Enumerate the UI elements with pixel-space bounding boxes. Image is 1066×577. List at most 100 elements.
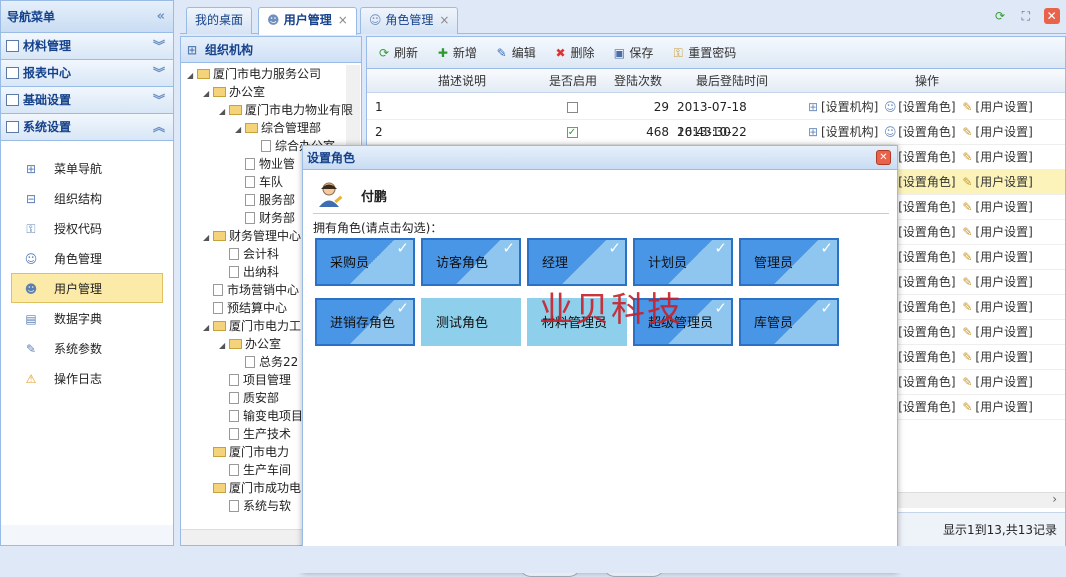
check-icon: ✓ (820, 239, 833, 257)
tab-user-management[interactable]: ☻ 用户管理 × (258, 7, 357, 35)
tree-node[interactable]: 车队 (235, 173, 283, 191)
user-settings-link[interactable]: ✎ [用户设置] (959, 175, 1032, 189)
close-icon[interactable]: ✕ (1043, 8, 1060, 24)
tree-node[interactable]: 生产技术 (219, 425, 291, 443)
column-header[interactable]: 操作 (797, 69, 1057, 93)
set-role-label: [设置角色] (898, 400, 956, 414)
tree-node[interactable]: 物业管 (235, 155, 295, 173)
user-settings-link[interactable]: ✎ [用户设置] (959, 125, 1032, 139)
table-row[interactable]: 2✓4682013-10-22 16:50:11⊞[设置机构] ☺[设置角色] … (367, 120, 1065, 164)
tree-node[interactable]: ◢ 厦门市电力服务公司 (187, 65, 321, 83)
tree-node[interactable]: 系统与软 (219, 497, 291, 515)
maximize-icon[interactable]: ⛶ (1018, 8, 1034, 24)
user-settings-link[interactable]: ✎ [用户设置] (959, 250, 1032, 264)
tree-node[interactable]: 会计科 (219, 245, 279, 263)
add-button[interactable]: ✚ 新增 (436, 46, 477, 60)
tree-node[interactable]: 财务部 (235, 209, 295, 227)
role-tile[interactable]: 采购员 ✓ (315, 238, 415, 286)
column-header[interactable]: 是否启用 (542, 69, 604, 93)
nav-item-logs[interactable]: ⚠ 操作日志 (11, 363, 163, 393)
column-header[interactable]: 描述说明 (397, 69, 527, 93)
nav-section-reports[interactable]: 报表中心 ︾ (1, 60, 173, 87)
user-settings-link[interactable]: ✎ [用户设置] (959, 200, 1032, 214)
tree-node[interactable]: ◢ 厦门市电力工 (203, 317, 301, 335)
tree-node[interactable]: 质安部 (219, 389, 279, 407)
refresh-icon[interactable]: ⟳ (992, 8, 1008, 24)
nav-item-auth-code[interactable]: ⚿ 授权代码 (11, 213, 163, 243)
tree-node[interactable]: ◢ 办公室 (203, 83, 265, 101)
nav-section-system[interactable]: 系统设置 ︽ (1, 114, 173, 141)
expand-toggle-icon[interactable]: ◢ (203, 319, 213, 337)
enabled-checkbox[interactable]: ✓ (557, 120, 587, 145)
user-settings-link[interactable]: ✎ [用户设置] (959, 350, 1032, 364)
role-tile[interactable]: 管理员 ✓ (739, 238, 839, 286)
tree-node[interactable]: 总务22 (235, 353, 298, 371)
close-icon[interactable]: × (338, 13, 348, 27)
nav-item-org[interactable]: ⊟ 组织结构 (11, 183, 163, 213)
nav-section-basic[interactable]: 基础设置 ︾ (1, 87, 173, 114)
nav-item-menu[interactable]: ⊞ 菜单导航 (11, 153, 163, 183)
tree-node[interactable]: ◢ 办公室 (219, 335, 281, 353)
set-role-link[interactable]: ☺[设置角色] (882, 125, 956, 139)
tree-node[interactable]: 生产车间 (219, 461, 291, 479)
role-tile[interactable]: 计划员 ✓ (633, 238, 733, 286)
tree-node[interactable]: 厦门市电力 (203, 443, 289, 461)
nav-item-roles[interactable]: ☺ 角色管理 (11, 243, 163, 273)
tree-node[interactable]: 预结算中心 (203, 299, 287, 317)
set-org-link[interactable]: ⊞[设置机构] (805, 100, 878, 114)
expand-toggle-icon[interactable]: ◢ (203, 85, 213, 103)
tree-node[interactable]: ◢ 综合管理部 (235, 119, 321, 137)
role-tile[interactable]: 测试角色 (421, 298, 521, 346)
expand-toggle-icon[interactable]: ◢ (187, 67, 197, 85)
chevron-right-icon[interactable]: › (1052, 492, 1057, 506)
close-icon[interactable]: ✕ (876, 150, 891, 165)
delete-button[interactable]: ✖ 删除 (554, 46, 595, 60)
user-settings-link[interactable]: ✎ [用户设置] (959, 100, 1032, 114)
tree-node[interactable]: ◢ 厦门市电力物业有限 (219, 101, 353, 119)
user-settings-link[interactable]: ✎ [用户设置] (959, 275, 1032, 289)
column-header[interactable]: 最后登陆时间 (672, 69, 792, 93)
tree-node[interactable]: 项目管理 (219, 371, 291, 389)
tree-node[interactable]: 出纳科 (219, 263, 279, 281)
set-org-link[interactable]: ⊞[设置机构] (805, 125, 878, 139)
user-settings-link[interactable]: ✎ [用户设置] (959, 225, 1032, 239)
enabled-checkbox[interactable] (557, 95, 587, 120)
refresh-button[interactable]: ⟳ 刷新 (377, 46, 418, 60)
role-tile[interactable]: 进销存角色 ✓ (315, 298, 415, 346)
tree-header: ⊞ 组织机构 (181, 37, 361, 63)
role-tile[interactable]: 经理 ✓ (527, 238, 627, 286)
nav-item-params[interactable]: ✎ 系统参数 (11, 333, 163, 363)
user-settings-link[interactable]: ✎ [用户设置] (959, 325, 1032, 339)
role-tile[interactable]: 库管员 ✓ (739, 298, 839, 346)
reset-password-button[interactable]: ⚿ 重置密码 (671, 46, 737, 60)
tree-node[interactable]: ◢ 财务管理中心 (203, 227, 301, 245)
user-settings-link[interactable]: ✎ [用户设置] (959, 300, 1032, 314)
edit-button[interactable]: ✎ 编辑 (495, 46, 536, 60)
set-role-dialog: 设置角色 ✕ 付鹏 拥有角色(请点击勾选)： 采购员 ✓ 访客角色 ✓ 经理 ✓ 计划员 ✓ 管… (302, 145, 898, 577)
tree-node[interactable]: 厦门市成功电 (203, 479, 301, 497)
tree-node[interactable]: 服务部 (235, 191, 295, 209)
role-tile[interactable]: 访客角色 ✓ (421, 238, 521, 286)
user-settings-link[interactable]: ✎ [用户设置] (959, 150, 1032, 164)
user-settings-link[interactable]: ✎ [用户设置] (959, 400, 1032, 414)
expand-toggle-icon[interactable]: ◢ (219, 103, 229, 121)
nav-item-dictionary[interactable]: ▤ 数据字典 (11, 303, 163, 333)
expand-toggle-icon[interactable]: ◢ (219, 337, 229, 355)
watermark: 业贝科技 (539, 290, 683, 330)
double-chevron-left-icon[interactable]: « (157, 1, 165, 33)
table-row[interactable]: 1 29 2013-07-18 16:43:30 ⊞ [设置机构] ☺ [设置角色] ✎[… (367, 95, 1065, 139)
expand-toggle-icon[interactable]: ◢ (203, 229, 213, 247)
column-header[interactable]: 登陆次数 (607, 69, 669, 93)
expand-toggle-icon[interactable]: ◢ (235, 121, 245, 139)
nav-item-users[interactable]: ☻ 用户管理 (11, 273, 163, 303)
set-role-link[interactable]: ☺[设置角色] (882, 100, 956, 114)
close-icon[interactable]: × (439, 13, 449, 27)
user-settings-link[interactable]: ✎ [用户设置] (959, 375, 1032, 389)
tree-node[interactable]: 市场营销中心 (203, 281, 299, 299)
tab-role-management[interactable]: ☺ 角色管理 × (360, 7, 459, 34)
tree-node[interactable]: 输变电项目 (219, 407, 303, 425)
save-button[interactable]: ▣ 保存 (612, 46, 654, 60)
nav-section-label: 基础设置 (23, 93, 72, 107)
tab-desktop[interactable]: 我的桌面 (186, 7, 253, 34)
nav-section-materials[interactable]: 材料管理 ︾ (1, 33, 173, 60)
